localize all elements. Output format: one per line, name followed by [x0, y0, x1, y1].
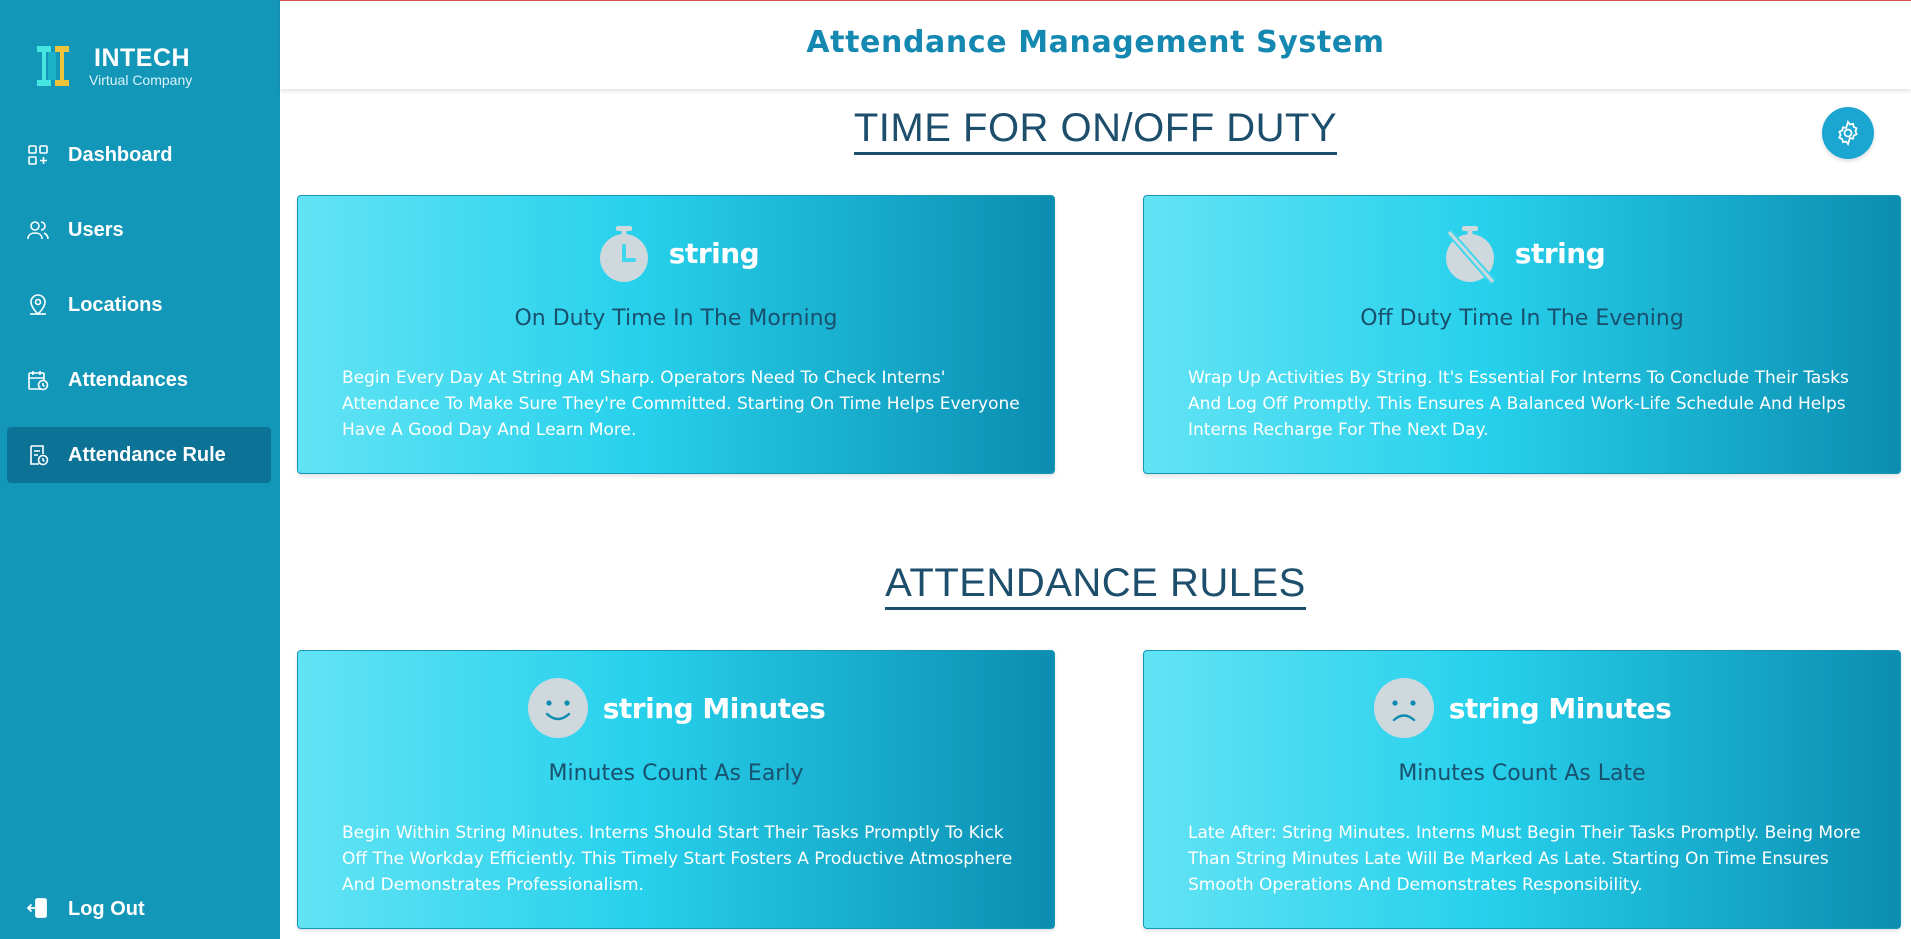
- sidebar-item-users[interactable]: Users: [7, 202, 271, 258]
- logout-button[interactable]: Log Out: [25, 896, 145, 922]
- users-icon: [25, 217, 51, 243]
- off-duty-time-value: string: [1514, 236, 1606, 270]
- rules-section-title: ATTENDANCE RULES: [280, 561, 1911, 610]
- smile-face-icon: [527, 678, 588, 738]
- settings-button[interactable]: [1822, 107, 1874, 159]
- early-minutes-card: string Minutes Minutes Count As Early Be…: [297, 650, 1055, 929]
- stopwatch-icon: [599, 226, 648, 282]
- sidebar-item-attendance-rule[interactable]: Attendance Rule: [7, 427, 271, 483]
- sidebar: INTECH Virtual Company Dashboard Users L…: [0, 0, 280, 939]
- on-duty-subtitle: On Duty Time In The Morning: [514, 306, 838, 331]
- settings-gear-icon: [1838, 119, 1858, 147]
- early-minutes-value: string Minutes: [602, 691, 826, 725]
- dashboard-icon: [25, 142, 51, 168]
- sidebar-item-label: Dashboard: [68, 143, 173, 166]
- off-duty-card: string Off Duty Time In The Evening Wrap…: [1143, 195, 1901, 474]
- off-duty-subtitle: Off Duty Time In The Evening: [1360, 306, 1684, 331]
- late-minutes-card: string Minutes Minutes Count As Late Lat…: [1143, 650, 1901, 929]
- sidebar-item-label: Attendance Rule: [68, 443, 226, 466]
- brand[interactable]: INTECH Virtual Company: [34, 44, 192, 88]
- late-minutes-value: string Minutes: [1448, 691, 1672, 725]
- duty-section-heading: TIME FOR ON/OFF DUTY: [853, 106, 1338, 155]
- stopwatch-off-icon: [1445, 226, 1496, 284]
- intech-logo-icon: [37, 46, 69, 86]
- location-icon: [25, 292, 51, 318]
- early-description: Begin Within String Minutes. Interns Sho…: [342, 823, 1013, 895]
- sidebar-item-attendances[interactable]: Attendances: [7, 352, 271, 408]
- logout-icon: [25, 896, 51, 922]
- early-subtitle: Minutes Count As Early: [548, 761, 804, 786]
- sidebar-item-label: Attendances: [68, 368, 189, 391]
- logout-label: Log Out: [68, 897, 145, 920]
- duty-section-title: TIME FOR ON/OFF DUTY: [280, 106, 1911, 155]
- sidebar-item-locations[interactable]: Locations: [7, 277, 271, 333]
- on-duty-card: string On Duty Time In The Morning Begin…: [297, 195, 1055, 474]
- off-duty-description: Wrap Up Activities By String. It's Essen…: [1188, 368, 1849, 440]
- late-subtitle: Minutes Count As Late: [1398, 761, 1646, 786]
- sidebar-nav: Dashboard Users Locations Attendances At…: [7, 127, 271, 502]
- page-title: Attendance Management System: [806, 24, 1385, 60]
- sidebar-item-dashboard[interactable]: Dashboard: [7, 127, 271, 183]
- late-description: Late After: String Minutes. Interns Must…: [1188, 823, 1861, 895]
- sidebar-item-label: Users: [68, 218, 124, 241]
- calendar-clock-icon: [25, 367, 51, 393]
- top-header: Attendance Management System: [280, 0, 1911, 89]
- brand-name: INTECH: [94, 44, 191, 72]
- rule-icon: [25, 442, 51, 468]
- sidebar-item-label: Locations: [68, 293, 163, 316]
- on-duty-time-value: string: [668, 236, 760, 270]
- on-duty-description: Begin Every Day At String AM Sharp. Oper…: [342, 368, 1020, 440]
- brand-tagline: Virtual Company: [89, 72, 193, 88]
- sad-face-icon: [1373, 678, 1434, 738]
- rules-section-heading: ATTENDANCE RULES: [885, 561, 1306, 610]
